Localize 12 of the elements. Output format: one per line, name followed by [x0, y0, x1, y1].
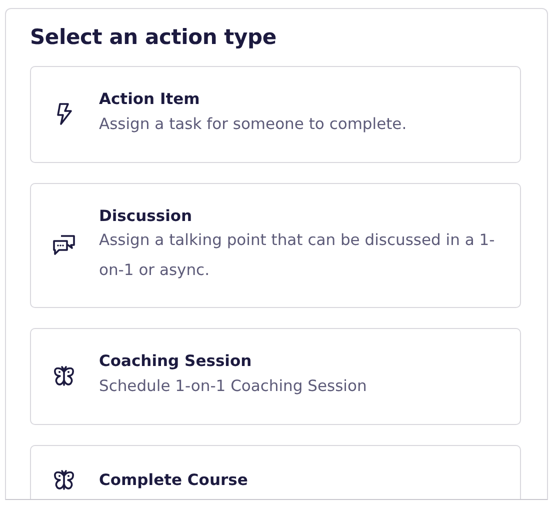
action-type-option[interactable]: Coaching Session Schedule 1-on-1 Coaching Session	[30, 328, 521, 425]
option-title: Discussion	[99, 206, 194, 226]
action-type-option[interactable]: Action Item Assign a task for someone to complete.	[30, 66, 521, 163]
action-type-option[interactable]: Discussion Assign a talking point that can be discussed in a 1-on-1 or async.	[30, 182, 521, 308]
option-description: Assign a talking point that can be discussed in a 1-on-1 or async.	[99, 230, 496, 281]
option-title: Complete Course	[99, 470, 248, 492]
option-title: Coaching Session	[99, 351, 253, 372]
dialog-title: Select an action type	[30, 25, 278, 50]
option-description: Schedule 1-on-1 Coaching Session	[99, 376, 367, 398]
option-title: Action Item	[99, 89, 201, 110]
option-description: Assign a task for someone to complete.	[99, 114, 407, 136]
action-type-option[interactable]: Complete Course	[30, 444, 521, 499]
